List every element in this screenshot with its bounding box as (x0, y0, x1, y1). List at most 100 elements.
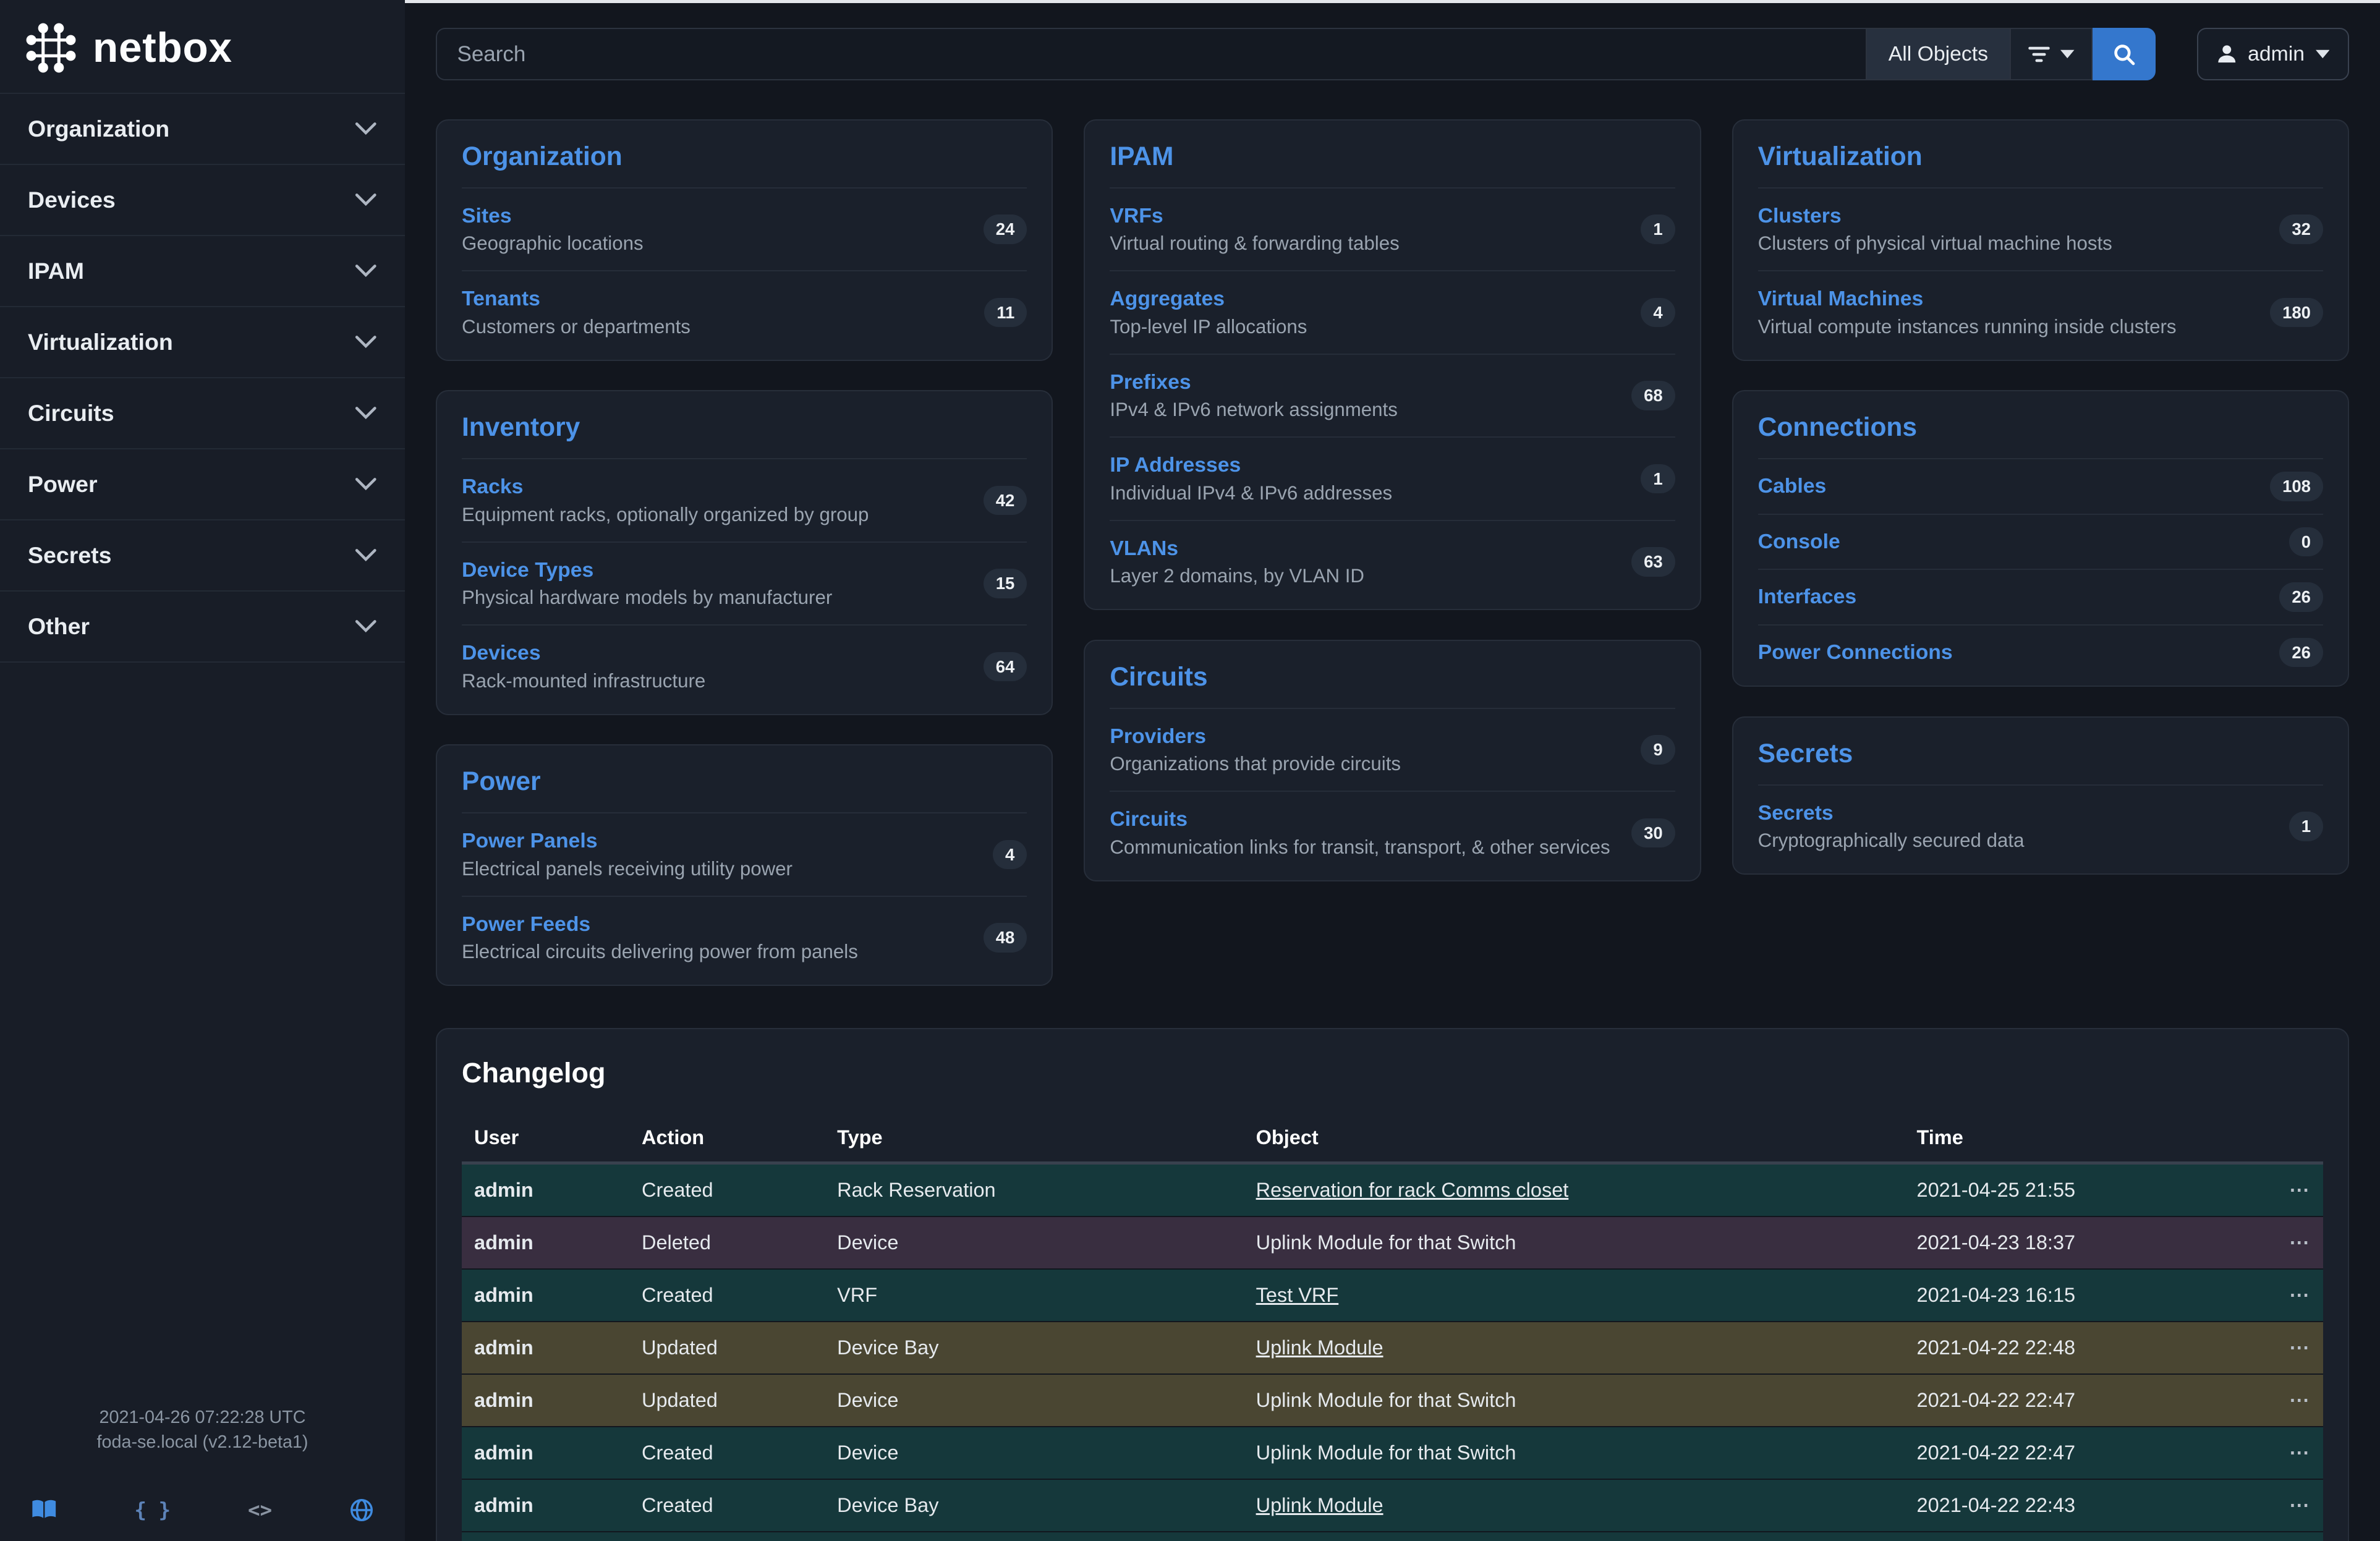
card-item-tenants[interactable]: TenantsCustomers or departments11 (462, 270, 1027, 354)
topbar: All Objects (436, 28, 2349, 80)
card-item-secrets[interactable]: SecretsCryptographically secured data1 (1758, 784, 2323, 868)
card-item-power-connections[interactable]: Power Connections26 (1758, 624, 2323, 680)
card-item-list: Racks Equipment racks, optionally organiz… (462, 458, 1027, 708)
card-ipam: IPAMVRFsVirtual routing & forwarding tab… (1084, 119, 1701, 611)
dashboard-column-2: IPAMVRFsVirtual routing & forwarding tab… (1084, 119, 1701, 987)
changelog-user: admin (462, 1269, 629, 1322)
changelog-type: Device Bay (825, 1322, 1243, 1374)
brand[interactable]: netbox (0, 0, 405, 93)
community-globe-icon[interactable] (349, 1498, 374, 1522)
card-item-ip-addresses[interactable]: IP AddressesIndividual IPv4 & IPv6 addre… (1110, 436, 1675, 520)
changelog-type: Rack Reservation (825, 1163, 1243, 1216)
chevron-down-icon (354, 406, 378, 420)
changelog-user: admin (462, 1374, 629, 1427)
changelog-object: Reservation for rack Comms closet (1244, 1163, 1905, 1216)
row-menu-button[interactable]: ⋯ (2289, 1494, 2311, 1516)
changelog-object-link[interactable]: Uplink Module (1256, 1494, 1383, 1516)
caret-down-icon (2060, 49, 2075, 59)
sidebar-item-circuits[interactable]: Circuits (0, 378, 405, 449)
row-menu-button[interactable]: ⋯ (2289, 1441, 2311, 1464)
card-item-description: Organizations that provide circuits (1110, 753, 1401, 775)
card-item-title: Racks (462, 475, 869, 499)
card-item-prefixes[interactable]: PrefixesIPv4 & IPv6 network assignments6… (1110, 354, 1675, 437)
all-objects-button[interactable]: All Objects (1866, 28, 2010, 80)
card-item-interfaces[interactable]: Interfaces26 (1758, 569, 2323, 624)
row-menu-button[interactable]: ⋯ (2289, 1336, 2311, 1359)
card-item-power-feeds[interactable]: Power FeedsElectrical circuits deliverin… (462, 896, 1027, 979)
changelog-row: adminCreatedDevice TypeC9200-NM-4G2021-0… (462, 1532, 2323, 1541)
row-menu-button[interactable]: ⋯ (2289, 1389, 2311, 1411)
sidebar-item-power[interactable]: Power (0, 449, 405, 520)
changelog-row-actions: ⋯ (2267, 1374, 2323, 1427)
card-item-title: Clusters (1758, 204, 2112, 228)
card-item-title: Interfaces (1758, 585, 1856, 609)
card-item-virtual-machines[interactable]: Virtual MachinesVirtual compute instance… (1758, 270, 2323, 354)
changelog-time: 2021-04-25 21:55 (1905, 1163, 2267, 1216)
sidebar-item-virtualization[interactable]: Virtualization (0, 307, 405, 378)
chevron-down-icon (354, 122, 378, 136)
card-item-title: Virtual Machines (1758, 287, 2177, 311)
changelog-type: Device Type (825, 1532, 1243, 1541)
column-header-time: Time (1905, 1114, 2267, 1163)
row-menu-button[interactable]: ⋯ (2289, 1231, 2311, 1254)
card-item-clusters[interactable]: ClustersClusters of physical virtual mac… (1758, 187, 2323, 271)
card-item-aggregates[interactable]: AggregatesTop-level IP allocations4 (1110, 270, 1675, 354)
main-content: All Objects (405, 0, 2380, 1541)
changelog-row-actions: ⋯ (2267, 1479, 2323, 1532)
user-menu-button[interactable]: admin (2197, 28, 2349, 80)
card-item-racks[interactable]: Racks Equipment racks, optionally organiz… (462, 458, 1027, 541)
changelog-object: Uplink Module (1244, 1479, 1905, 1532)
count-badge: 1 (1641, 214, 1675, 244)
card-item-devices[interactable]: DevicesRack-mounted infrastructure64 (462, 624, 1027, 708)
count-badge: 68 (1631, 381, 1675, 410)
search-input[interactable] (436, 28, 1866, 80)
sidebar-item-organization[interactable]: Organization (0, 94, 405, 165)
changelog-action: Created (629, 1163, 825, 1216)
changelog-row-actions: ⋯ (2267, 1532, 2323, 1541)
search-submit-button[interactable] (2093, 28, 2156, 80)
sidebar-item-label: Organization (28, 116, 169, 142)
card-item-description: Equipment racks, optionally organized by… (462, 504, 869, 526)
sidebar-item-other[interactable]: Other (0, 592, 405, 663)
card-item-cables[interactable]: Cables108 (1758, 458, 2323, 514)
column-header-user: User (462, 1114, 629, 1163)
card-item-console[interactable]: Console0 (1758, 514, 2323, 569)
count-badge: 64 (984, 652, 1027, 682)
changelog-row: adminUpdatedDeviceUplink Module for that… (462, 1374, 2323, 1427)
count-badge: 15 (984, 569, 1027, 598)
changelog-object-link[interactable]: Reservation for rack Comms closet (1256, 1179, 1569, 1201)
card-item-vrfs[interactable]: VRFsVirtual routing & forwarding tables1 (1110, 187, 1675, 271)
row-menu-button[interactable]: ⋯ (2289, 1284, 2311, 1306)
sidebar-item-ipam[interactable]: IPAM (0, 236, 405, 307)
count-badge: 63 (1631, 547, 1675, 577)
card-item-power-panels[interactable]: Power PanelsElectrical panels receiving … (462, 812, 1027, 896)
card-item-vlans[interactable]: VLANsLayer 2 domains, by VLAN ID63 (1110, 520, 1675, 603)
sidebar-item-devices[interactable]: Devices (0, 165, 405, 236)
docs-book-icon[interactable] (31, 1498, 57, 1522)
card-item-description: Layer 2 domains, by VLAN ID (1110, 565, 1364, 587)
card-item-sites[interactable]: SitesGeographic locations24 (462, 187, 1027, 271)
changelog-object-link[interactable]: Uplink Module (1256, 1336, 1383, 1359)
netbox-logo-icon (25, 22, 77, 74)
sidebar-item-secrets[interactable]: Secrets (0, 520, 405, 592)
search-icon (2112, 43, 2136, 66)
card-item-description: Cryptographically secured data (1758, 830, 2025, 852)
rest-api-braces-icon[interactable]: { } (134, 1498, 171, 1522)
changelog-time: 2021-04-22 22:43 (1905, 1479, 2267, 1532)
search-filter-button[interactable] (2010, 28, 2093, 80)
sidebar-item-label: Virtualization (28, 329, 173, 355)
card-item-providers[interactable]: ProvidersOrganizations that provide circ… (1110, 708, 1675, 791)
count-badge: 30 (1631, 818, 1675, 848)
changelog-row: adminCreatedVRFTest VRF2021-04-23 16:15⋯ (462, 1269, 2323, 1322)
card-item-description: Electrical panels receiving utility powe… (462, 858, 793, 880)
card-circuits: CircuitsProvidersOrganizations that prov… (1084, 640, 1701, 881)
changelog-row: adminDeletedDeviceUplink Module for that… (462, 1216, 2323, 1269)
card-organization: OrganizationSitesGeographic locations24T… (436, 119, 1053, 361)
changelog-object-link[interactable]: Test VRF (1256, 1284, 1339, 1306)
card-item-device-types[interactable]: Device TypesPhysical hardware models by … (462, 541, 1027, 625)
row-menu-button[interactable]: ⋯ (2289, 1179, 2311, 1201)
source-code-icon[interactable]: <> (248, 1498, 272, 1522)
changelog-time: 2021-04-22 22:47 (1905, 1374, 2267, 1427)
card-item-title: Devices (462, 641, 705, 665)
card-item-circuits[interactable]: CircuitsCommunication links for transit,… (1110, 791, 1675, 874)
